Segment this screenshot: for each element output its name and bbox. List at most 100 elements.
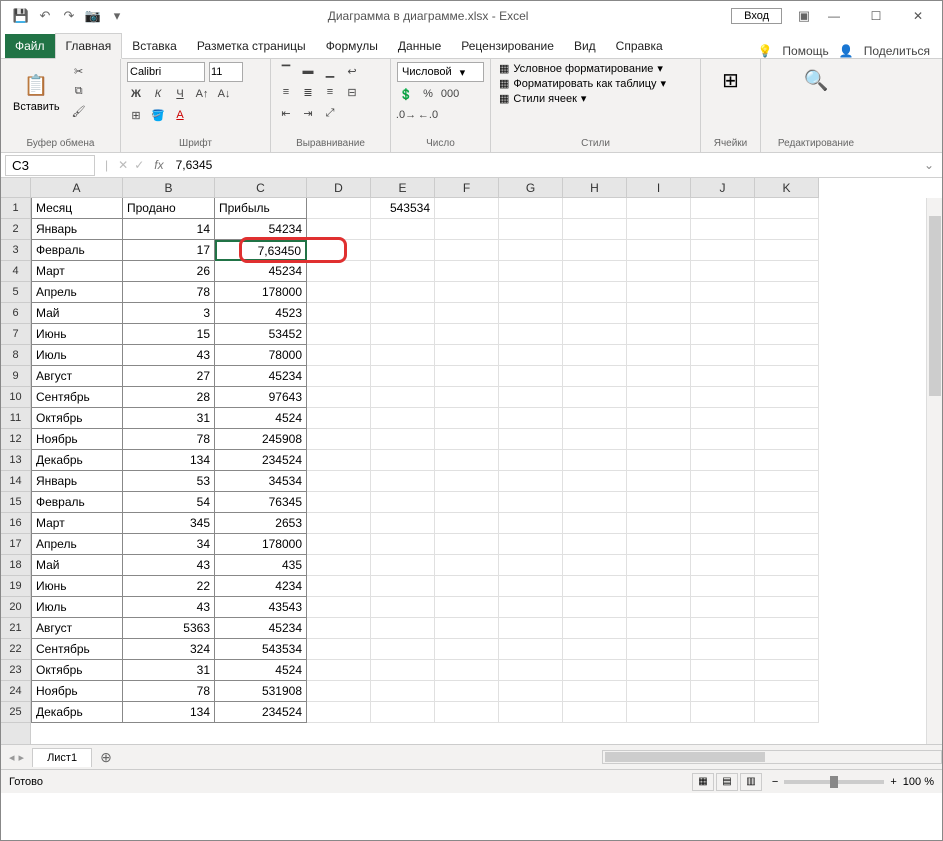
cell-E15[interactable] [371,492,435,513]
cell-A24[interactable]: Ноябрь [31,681,123,702]
cell-G15[interactable] [499,492,563,513]
cell-H3[interactable] [563,240,627,261]
cell-K21[interactable] [755,618,819,639]
cell-I11[interactable] [627,408,691,429]
ribbon-options-icon[interactable]: ▣ [796,8,812,24]
cut-icon[interactable]: ✂ [70,62,88,80]
cells-area[interactable]: МесяцПроданоПрибыль543534Январь1454234Фе… [31,198,819,744]
orientation-icon[interactable]: ⤢ [321,104,339,122]
cell-A6[interactable]: Май [31,303,123,324]
cell-B21[interactable]: 5363 [123,618,215,639]
zoom-out-button[interactable]: − [772,776,778,788]
cell-B12[interactable]: 78 [123,429,215,450]
cell-A21[interactable]: Август [31,618,123,639]
cell-D4[interactable] [307,261,371,282]
cell-B6[interactable]: 3 [123,303,215,324]
cell-I9[interactable] [627,366,691,387]
cell-E1[interactable]: 543534 [371,198,435,219]
cell-J17[interactable] [691,534,755,555]
currency-icon[interactable]: 💲 [397,85,415,103]
select-all-corner[interactable] [1,178,31,198]
cell-styles-button[interactable]: ▦Стили ячеек▾ [497,92,694,105]
cell-H7[interactable] [563,324,627,345]
cell-D10[interactable] [307,387,371,408]
cell-H5[interactable] [563,282,627,303]
close-button[interactable]: ✕ [898,2,938,30]
format-as-table-button[interactable]: ▦Форматировать как таблицу▾ [497,77,694,90]
cell-G10[interactable] [499,387,563,408]
cell-C22[interactable]: 543534 [215,639,307,660]
format-painter-icon[interactable]: 🖌 [70,102,88,120]
cell-H13[interactable] [563,450,627,471]
cell-F7[interactable] [435,324,499,345]
cell-K4[interactable] [755,261,819,282]
conditional-formatting-button[interactable]: ▦Условное форматирование▾ [497,62,694,75]
cell-I18[interactable] [627,555,691,576]
cell-I5[interactable] [627,282,691,303]
column-header-I[interactable]: I [627,178,691,197]
cell-K3[interactable] [755,240,819,261]
cell-F9[interactable] [435,366,499,387]
cell-H8[interactable] [563,345,627,366]
cell-J2[interactable] [691,219,755,240]
row-header-10[interactable]: 10 [1,387,30,408]
cell-C17[interactable]: 178000 [215,534,307,555]
cell-K9[interactable] [755,366,819,387]
cell-G24[interactable] [499,681,563,702]
cell-F11[interactable] [435,408,499,429]
cell-F21[interactable] [435,618,499,639]
login-button[interactable]: Вход [731,8,782,24]
minimize-button[interactable]: — [814,2,854,30]
cell-H17[interactable] [563,534,627,555]
cell-D25[interactable] [307,702,371,723]
cell-H15[interactable] [563,492,627,513]
tab-help[interactable]: Справка [606,34,673,58]
cell-J10[interactable] [691,387,755,408]
cell-F3[interactable] [435,240,499,261]
save-icon[interactable]: 💾 [13,8,29,24]
cell-B18[interactable]: 43 [123,555,215,576]
cell-E14[interactable] [371,471,435,492]
cell-K20[interactable] [755,597,819,618]
cell-E11[interactable] [371,408,435,429]
cell-D20[interactable] [307,597,371,618]
cell-H11[interactable] [563,408,627,429]
cell-F12[interactable] [435,429,499,450]
editing-button[interactable]: 🔍 [767,62,865,98]
cell-G21[interactable] [499,618,563,639]
cell-B20[interactable]: 43 [123,597,215,618]
expand-formula-icon[interactable]: ⌄ [916,158,942,172]
cell-B4[interactable]: 26 [123,261,215,282]
cell-A25[interactable]: Декабрь [31,702,123,723]
row-header-6[interactable]: 6 [1,303,30,324]
enter-formula-icon[interactable]: ✓ [134,158,144,172]
comma-icon[interactable]: 000 [441,85,459,103]
page-break-view-button[interactable]: ▥ [740,773,762,791]
cell-F16[interactable] [435,513,499,534]
cell-F4[interactable] [435,261,499,282]
cell-D21[interactable] [307,618,371,639]
cell-B25[interactable]: 134 [123,702,215,723]
row-header-5[interactable]: 5 [1,282,30,303]
cell-E12[interactable] [371,429,435,450]
cell-E24[interactable] [371,681,435,702]
cell-H14[interactable] [563,471,627,492]
cell-B7[interactable]: 15 [123,324,215,345]
cell-D12[interactable] [307,429,371,450]
cell-E22[interactable] [371,639,435,660]
cell-C16[interactable]: 2653 [215,513,307,534]
cell-G11[interactable] [499,408,563,429]
cell-E4[interactable] [371,261,435,282]
tab-insert[interactable]: Вставка [122,34,187,58]
column-header-B[interactable]: B [123,178,215,197]
wrap-text-icon[interactable]: ↩ [343,62,361,80]
cell-K14[interactable] [755,471,819,492]
cell-E6[interactable] [371,303,435,324]
tab-review[interactable]: Рецензирование [451,34,564,58]
cell-J20[interactable] [691,597,755,618]
cell-H18[interactable] [563,555,627,576]
cell-I21[interactable] [627,618,691,639]
font-color-icon[interactable]: A [171,106,189,124]
cell-K17[interactable] [755,534,819,555]
cell-C6[interactable]: 4523 [215,303,307,324]
